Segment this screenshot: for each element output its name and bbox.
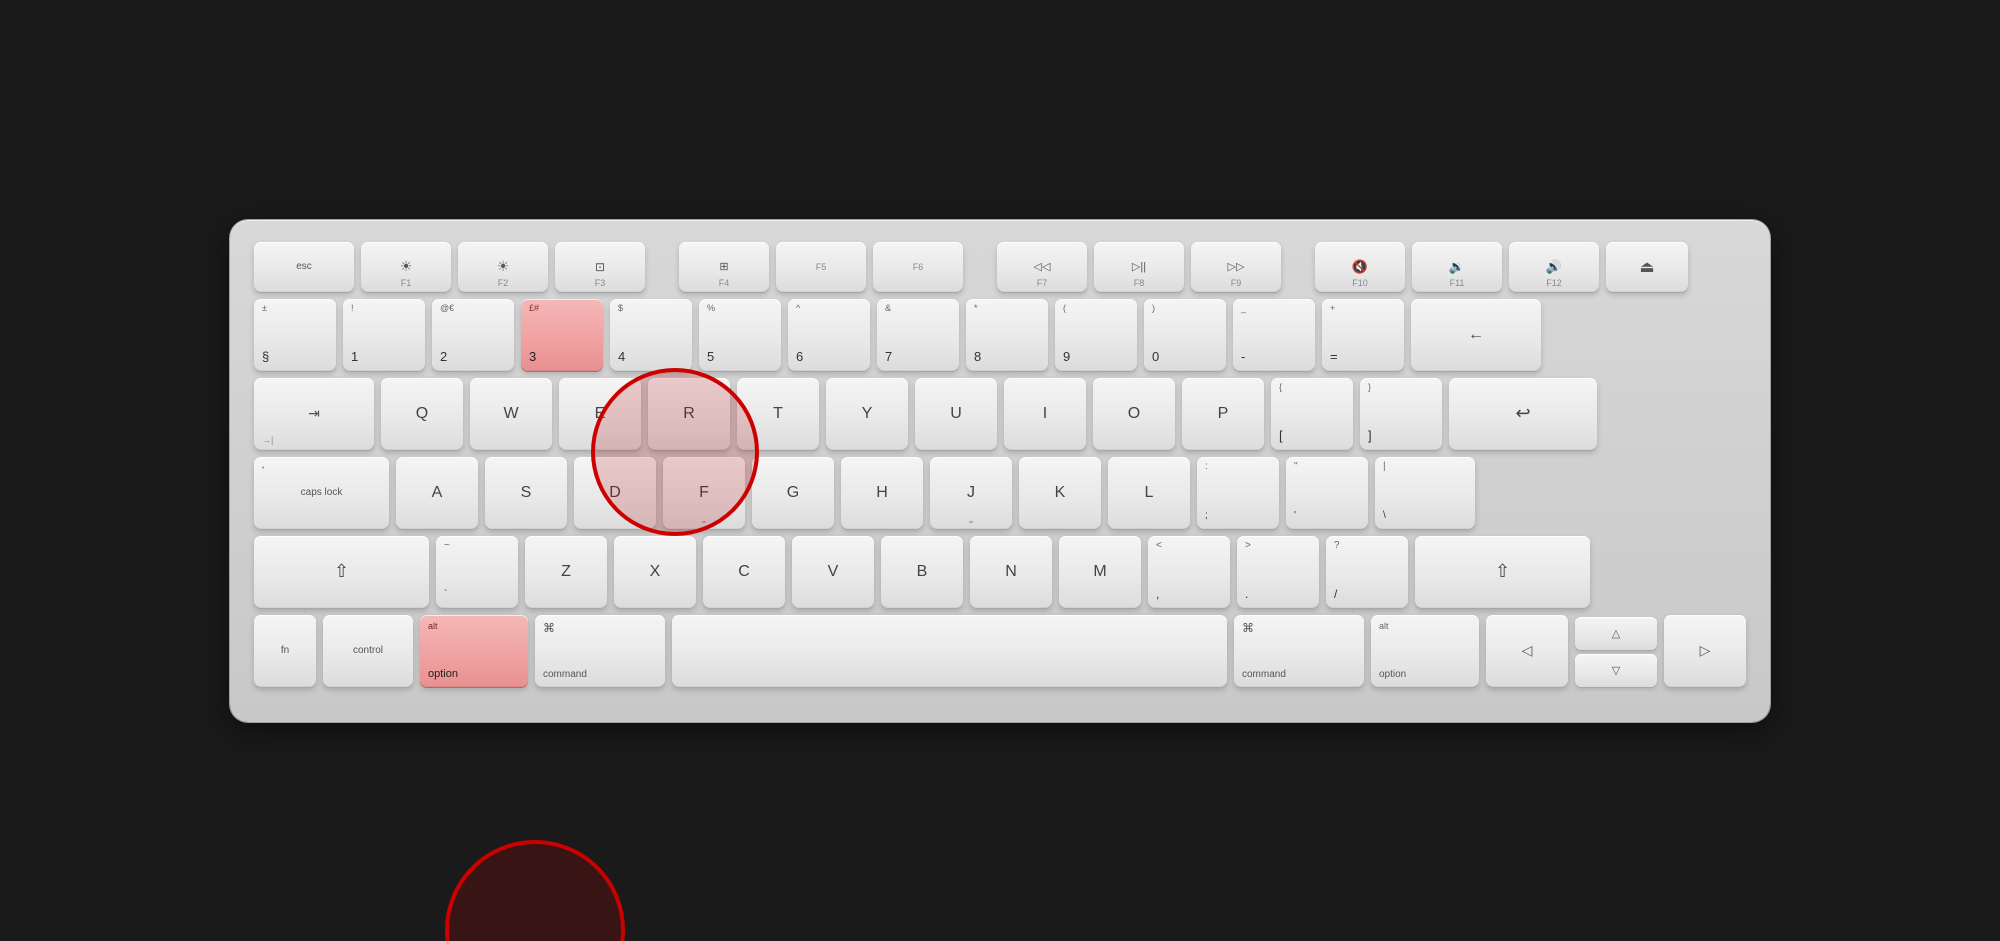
key-arrow-down[interactable]: ▽ [1575, 654, 1657, 687]
key-f7[interactable]: ◁◁ F7 [997, 242, 1087, 292]
key-f12[interactable]: 🔊 F12 [1509, 242, 1599, 292]
key-comma[interactable]: < , [1148, 536, 1230, 608]
key-c[interactable]: C [703, 536, 785, 608]
key-f2[interactable]: ☀ F2 [458, 242, 548, 292]
key-2[interactable]: @€ 2 [432, 299, 514, 371]
key-w[interactable]: W [470, 378, 552, 450]
key-3[interactable]: £# 3 [521, 299, 603, 371]
key-u[interactable]: U [915, 378, 997, 450]
key-z[interactable]: Z [525, 536, 607, 608]
key-space[interactable] [672, 615, 1227, 687]
key-t[interactable]: T [737, 378, 819, 450]
key-minus[interactable]: _ - [1233, 299, 1315, 371]
bottom-row: fn control alt option ⌘ command ⌘ comman… [254, 615, 1746, 687]
key-8[interactable]: * 8 [966, 299, 1048, 371]
key-caps-lock[interactable]: • caps lock [254, 457, 389, 529]
key-b[interactable]: B [881, 536, 963, 608]
qwerty-row: ⇥ →| Q W E R T Y U I O P { [ } ] ↩ [254, 378, 1746, 450]
key-equals[interactable]: + = [1322, 299, 1404, 371]
key-return[interactable]: ↩ [1449, 378, 1597, 450]
keyboard-container: esc ☀︎ F1 ☀ F2 ⊡ F3 ⊞ F4 F5 F [230, 220, 1770, 722]
key-v[interactable]: V [792, 536, 874, 608]
key-right-shift[interactable]: ⇧ [1415, 536, 1590, 608]
key-f11[interactable]: 🔉 F11 [1412, 242, 1502, 292]
key-command-right[interactable]: ⌘ command [1234, 615, 1364, 687]
key-arrow-left[interactable]: ◁ [1486, 615, 1568, 687]
key-0[interactable]: ) 0 [1144, 299, 1226, 371]
key-o[interactable]: O [1093, 378, 1175, 450]
key-quote[interactable]: " ' [1286, 457, 1368, 529]
key-e[interactable]: E [559, 378, 641, 450]
key-6[interactable]: ^ 6 [788, 299, 870, 371]
key-m[interactable]: M [1059, 536, 1141, 608]
key-f8[interactable]: ▷|| F8 [1094, 242, 1184, 292]
key-tilde[interactable]: ~ ` [436, 536, 518, 608]
key-5[interactable]: % 5 [699, 299, 781, 371]
key-d[interactable]: D [574, 457, 656, 529]
key-h[interactable]: H [841, 457, 923, 529]
key-p[interactable]: P [1182, 378, 1264, 450]
key-control[interactable]: control [323, 615, 413, 687]
key-y[interactable]: Y [826, 378, 908, 450]
key-n[interactable]: N [970, 536, 1052, 608]
keyboard: esc ☀︎ F1 ☀ F2 ⊡ F3 ⊞ F4 F5 F [230, 220, 1770, 722]
arrow-ud-group: △ ▽ [1575, 617, 1657, 687]
key-j[interactable]: J [930, 457, 1012, 529]
key-q[interactable]: Q [381, 378, 463, 450]
key-section[interactable]: ± § [254, 299, 336, 371]
key-option-right[interactable]: alt option [1371, 615, 1479, 687]
key-4[interactable]: $ 4 [610, 299, 692, 371]
key-f6[interactable]: F6 [873, 242, 963, 292]
key-f10[interactable]: 🔇 F10 [1315, 242, 1405, 292]
number-row: ± § ! 1 @€ 2 £# 3 $ 4 % 5 [254, 299, 1746, 371]
key-bracket-close[interactable]: } ] [1360, 378, 1442, 450]
key-g[interactable]: G [752, 457, 834, 529]
key-esc[interactable]: esc [254, 242, 354, 292]
key-option-left[interactable]: alt option [420, 615, 528, 687]
key-left-shift[interactable]: ⇧ [254, 536, 429, 608]
key-9[interactable]: ( 9 [1055, 299, 1137, 371]
key-eject[interactable]: ⏏ [1606, 242, 1688, 292]
key-f1[interactable]: ☀︎ F1 [361, 242, 451, 292]
home-row: • caps lock A S D F G H J K L : ; " [254, 457, 1746, 529]
key-delete[interactable]: ← [1411, 299, 1541, 371]
key-arrow-right[interactable]: ▷ [1664, 615, 1746, 687]
key-x[interactable]: X [614, 536, 696, 608]
shift-row: ⇧ ~ ` Z X C V B N M < , > . ? / [254, 536, 1746, 608]
key-fn[interactable]: fn [254, 615, 316, 687]
key-f[interactable]: F [663, 457, 745, 529]
key-f4[interactable]: ⊞ F4 [679, 242, 769, 292]
key-s[interactable]: S [485, 457, 567, 529]
key-semicolon[interactable]: : ; [1197, 457, 1279, 529]
key-a[interactable]: A [396, 457, 478, 529]
key-k[interactable]: K [1019, 457, 1101, 529]
key-i[interactable]: I [1004, 378, 1086, 450]
key-arrow-up[interactable]: △ [1575, 617, 1657, 650]
key-r[interactable]: R [648, 378, 730, 450]
key-slash[interactable]: ? / [1326, 536, 1408, 608]
key-tab[interactable]: ⇥ →| [254, 378, 374, 450]
key-command-left[interactable]: ⌘ command [535, 615, 665, 687]
key-f5[interactable]: F5 [776, 242, 866, 292]
key-7[interactable]: & 7 [877, 299, 959, 371]
key-period[interactable]: > . [1237, 536, 1319, 608]
key-1[interactable]: ! 1 [343, 299, 425, 371]
key-l[interactable]: L [1108, 457, 1190, 529]
key-bracket-open[interactable]: { [ [1271, 378, 1353, 450]
key-f3[interactable]: ⊡ F3 [555, 242, 645, 292]
key-f9[interactable]: ▷▷ F9 [1191, 242, 1281, 292]
fn-row: esc ☀︎ F1 ☀ F2 ⊡ F3 ⊞ F4 F5 F [254, 242, 1746, 292]
key-backslash[interactable]: | \ [1375, 457, 1475, 529]
